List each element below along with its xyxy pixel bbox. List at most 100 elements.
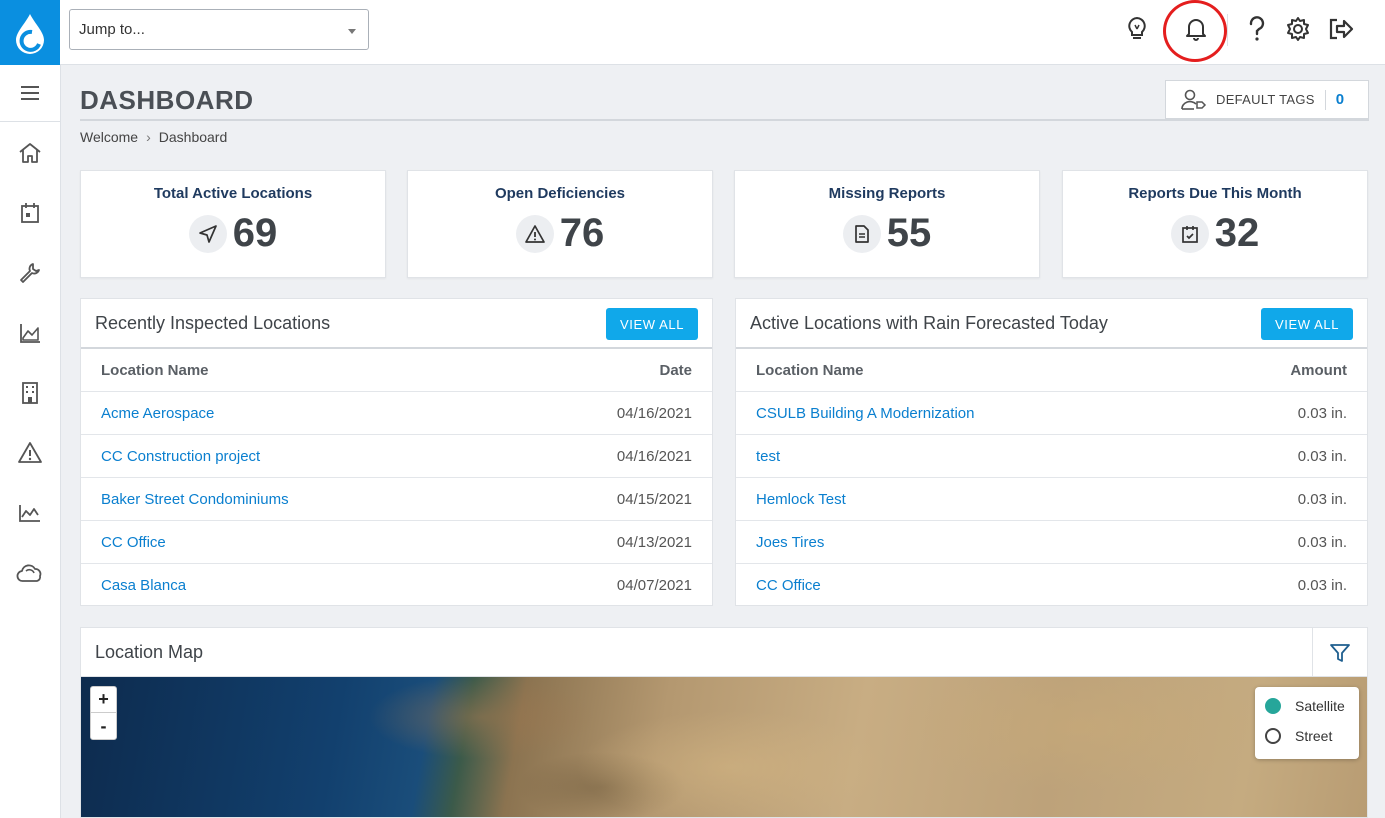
stat-card-open-deficiencies[interactable]: Open Deficiencies 76 [407,170,713,278]
stat-label: Missing Reports [828,185,946,202]
stat-label: Total Active Locations [153,185,313,202]
jump-to-select[interactable]: Jump to... [69,9,369,50]
menu-icon [21,86,39,100]
sidebar-item-maintenance[interactable] [0,253,60,293]
zoom-control: + - [90,686,117,740]
map-layer-switcher: Satellite Street [1255,687,1359,759]
stat-card-missing-reports[interactable]: Missing Reports 55 [734,170,1040,278]
stat-icon-circle [188,214,227,253]
home-icon [19,143,41,163]
table-row: CC Office 0.03 in. [736,564,1367,607]
stat-card-active-locations[interactable]: Total Active Locations 69 [80,170,386,278]
layer-label: Satellite [1295,698,1345,714]
row-date: 04/15/2021 [616,491,692,508]
sidebar-item-reports[interactable] [0,313,60,353]
sidebar-item-analytics[interactable] [0,493,60,533]
table-row: test 0.03 in. [736,435,1367,478]
table-header: Location Name Amount [736,349,1367,392]
sidebar-item-home[interactable] [0,133,60,173]
sidebar-menu-toggle[interactable] [0,65,60,122]
bell-icon [1186,19,1206,41]
notifications-button[interactable] [1181,12,1211,46]
location-link[interactable]: CSULB Building A Modernization [756,405,974,422]
stat-value: 76 [559,211,605,255]
rain-forecast-panel: Active Locations with Rain Forecasted To… [735,298,1368,606]
wrench-icon [20,263,40,283]
lightbulb-button[interactable] [1122,12,1152,46]
column-header-location[interactable]: Location Name [756,362,864,379]
navigation-icon [198,224,217,243]
zoom-in-button[interactable]: + [91,687,116,713]
row-date: 04/16/2021 [616,448,692,465]
help-button[interactable] [1242,12,1272,46]
panel-title: Active Locations with Rain Forecasted To… [750,313,1108,333]
default-tags-button[interactable]: DEFAULT TAGS 0 [1165,80,1369,119]
app-logo[interactable] [0,0,60,65]
topbar-divider [1227,14,1228,46]
table-row: CC Office 04/13/2021 [81,521,712,564]
stat-label: Open Deficiencies [494,185,626,202]
location-link[interactable]: Joes Tires [756,534,824,551]
location-link[interactable]: Casa Blanca [101,577,186,594]
zoom-out-button[interactable]: - [91,713,116,739]
table-row: Acme Aerospace 04/16/2021 [81,392,712,435]
warning-icon [18,442,42,463]
gear-icon [1287,17,1309,41]
sidebar-item-calendar[interactable] [0,193,60,233]
cloud-icon [16,564,42,582]
settings-button[interactable] [1283,12,1313,46]
building-icon [22,382,38,404]
location-link[interactable]: CC Office [101,534,166,551]
default-tags-count: 0 [1324,89,1345,110]
column-header-date[interactable]: Date [659,362,692,379]
sidebar-item-locations[interactable] [0,373,60,413]
row-amount: 0.03 in. [1297,448,1347,465]
stat-value: 32 [1214,211,1260,255]
stat-card-reports-due[interactable]: Reports Due This Month 32 [1062,170,1368,278]
location-link[interactable]: Baker Street Condominiums [101,491,289,508]
row-amount: 0.03 in. [1297,491,1347,508]
sidebar-item-weather[interactable] [0,553,60,593]
location-link[interactable]: CC Construction project [101,448,260,465]
location-link[interactable]: Hemlock Test [756,491,846,508]
calendar-check-icon [1181,225,1198,243]
page-title: DASHBOARD [80,85,254,115]
radio-unselected-icon [1265,728,1281,744]
logout-icon [1329,18,1354,40]
table-row: Hemlock Test 0.03 in. [736,478,1367,521]
layer-label: Street [1295,728,1333,744]
row-amount: 0.03 in. [1297,577,1347,594]
map-filter-button[interactable] [1312,628,1367,677]
layer-option-street[interactable]: Street [1265,728,1332,744]
row-date: 04/07/2021 [616,577,692,594]
column-header-location[interactable]: Location Name [101,362,209,379]
location-link[interactable]: Acme Aerospace [101,405,214,422]
stat-icon-circle [842,214,881,253]
recently-inspected-panel: Recently Inspected Locations VIEW ALL Lo… [80,298,713,606]
area-chart-icon [19,505,40,522]
location-link[interactable]: CC Office [756,577,821,594]
table-header: Location Name Date [81,349,712,392]
layer-option-satellite[interactable]: Satellite [1265,698,1345,714]
title-divider [80,119,1369,121]
logout-button[interactable] [1326,12,1356,46]
breadcrumb-welcome[interactable]: Welcome [80,129,138,145]
jump-to-placeholder: Jump to... [79,21,145,38]
panel-title: Recently Inspected Locations [95,313,331,333]
row-amount: 0.03 in. [1297,534,1347,551]
document-icon [854,224,869,243]
breadcrumb-dashboard: Dashboard [158,129,228,145]
satellite-map[interactable]: + - Satellite Street [81,677,1367,817]
row-date: 04/13/2021 [616,534,692,551]
table-row: Baker Street Condominiums 04/15/2021 [81,478,712,521]
location-link[interactable]: test [756,448,780,465]
default-tags-label: DEFAULT TAGS [1216,92,1315,107]
view-all-button[interactable]: VIEW ALL [606,308,698,340]
sidebar-item-deficiencies[interactable] [0,433,60,473]
view-all-button[interactable]: VIEW ALL [1261,308,1353,340]
column-header-amount[interactable]: Amount [1290,362,1347,379]
location-map-panel: Location Map + - Satellite Street [80,627,1368,818]
droplet-logo-icon [16,13,44,54]
panel-title: Location Map [95,642,204,662]
warning-icon [524,224,545,243]
